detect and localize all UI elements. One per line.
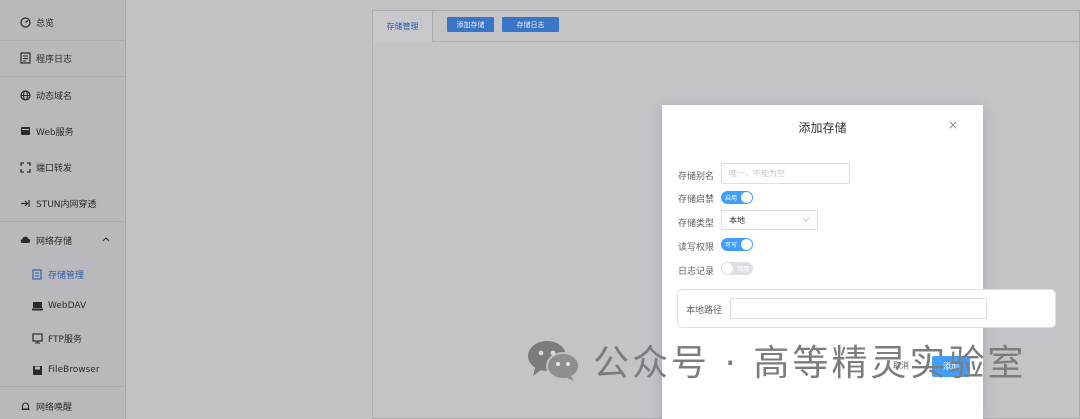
log-label: 日志记录 <box>678 267 715 277</box>
log-icon <box>19 52 31 64</box>
sidebar-item-label: 总览 <box>36 18 55 29</box>
chevron-down-icon <box>802 216 810 225</box>
log-switch[interactable]: 禁用 <box>721 262 753 275</box>
alias-input[interactable]: 唯一，不能为空 <box>721 163 850 184</box>
port-forward-icon <box>19 161 31 173</box>
local-path-input[interactable] <box>730 298 987 319</box>
switch-text: 可写 <box>725 242 738 249</box>
sidebar-item-label: Web服务 <box>36 127 74 138</box>
sidebar-item-label: 程序日志 <box>36 54 73 65</box>
switch-knob <box>741 192 752 203</box>
sidebar-item-storage-manage[interactable]: 存储管理 <box>0 256 126 292</box>
watermark: 公众号 · 高等精灵实验室 <box>527 334 1026 386</box>
switch-knob <box>741 239 752 250</box>
sidebar-item-overview[interactable]: 总览 <box>0 4 126 40</box>
divider <box>0 386 126 387</box>
dashboard-icon <box>19 16 31 28</box>
enable-switch[interactable]: 启用 <box>721 191 753 204</box>
path-label: 本地路径 <box>686 306 723 316</box>
sidebar-item-network-storage[interactable]: 网络存储 <box>0 222 126 258</box>
sidebar-item-label: STUN内网穿透 <box>36 199 97 210</box>
rw-switch[interactable]: 可写 <box>721 238 753 251</box>
sidebar-item-logs[interactable]: 程序日志 <box>0 40 126 76</box>
enable-label: 存储启禁 <box>678 195 715 205</box>
watermark-text: 公众号 · 高等精灵实验室 <box>593 343 1027 384</box>
alias-placeholder: 唯一，不能为空 <box>729 169 785 178</box>
switch-knob <box>722 263 733 274</box>
sidebar-item-stun[interactable]: STUN内网穿透 <box>0 185 126 221</box>
alias-label: 存储别名 <box>678 172 715 182</box>
dialog-title: 添加存储 <box>798 121 847 135</box>
type-value: 本地 <box>729 215 745 225</box>
monitor-icon <box>31 332 43 344</box>
storage-log-button[interactable]: 存储日志 <box>502 17 559 32</box>
type-label: 存储类型 <box>678 219 715 229</box>
sidebar-item-ftp[interactable]: FTP服务 <box>0 320 126 356</box>
drive-icon <box>31 300 43 312</box>
tab-storage-manage[interactable]: 存储管理 <box>373 11 433 42</box>
storage-icon <box>31 268 43 280</box>
sidebar-item-label: 网络唤醒 <box>36 402 73 413</box>
bell-icon <box>19 400 31 412</box>
sidebar-item-ddns[interactable]: 动态域名 <box>0 77 126 113</box>
cloud-icon <box>19 234 31 246</box>
wechat-icon <box>527 338 581 382</box>
sidebar-item-label: FTP服务 <box>48 334 82 345</box>
sidebar-item-label: 动态域名 <box>36 91 73 102</box>
close-icon[interactable]: × <box>948 118 958 132</box>
sidebar-item-label: WebDAV <box>48 301 87 311</box>
sidebar-item-label: 网络存储 <box>36 236 73 247</box>
rw-label: 读写权限 <box>678 243 715 253</box>
globe-icon <box>19 89 31 101</box>
sidebar-item-webdav[interactable]: WebDAV <box>0 288 126 324</box>
switch-text: 启用 <box>725 195 738 202</box>
stun-icon <box>19 197 31 209</box>
sidebar-item-port-forward[interactable]: 端口转发 <box>0 149 126 185</box>
sidebar: 总览 程序日志 动态域名 Web服务 端口转发 STUN内网穿透 网络存储 存储… <box>0 0 126 419</box>
sidebar-item-label: 存储管理 <box>48 270 85 281</box>
sidebar-item-label: FileBrowser <box>48 365 100 375</box>
add-storage-button[interactable]: 添加存储 <box>447 17 494 32</box>
sidebar-item-label: 端口转发 <box>36 163 73 174</box>
sidebar-item-web[interactable]: Web服务 <box>0 113 126 149</box>
server-icon <box>19 125 31 137</box>
sidebar-item-filebrowser[interactable]: FileBrowser <box>0 352 126 388</box>
sidebar-item-wol[interactable]: 网络唤醒 <box>0 388 126 419</box>
chevron-up-icon <box>102 235 110 245</box>
type-select[interactable]: 本地 <box>721 210 818 230</box>
save-icon <box>31 364 43 376</box>
